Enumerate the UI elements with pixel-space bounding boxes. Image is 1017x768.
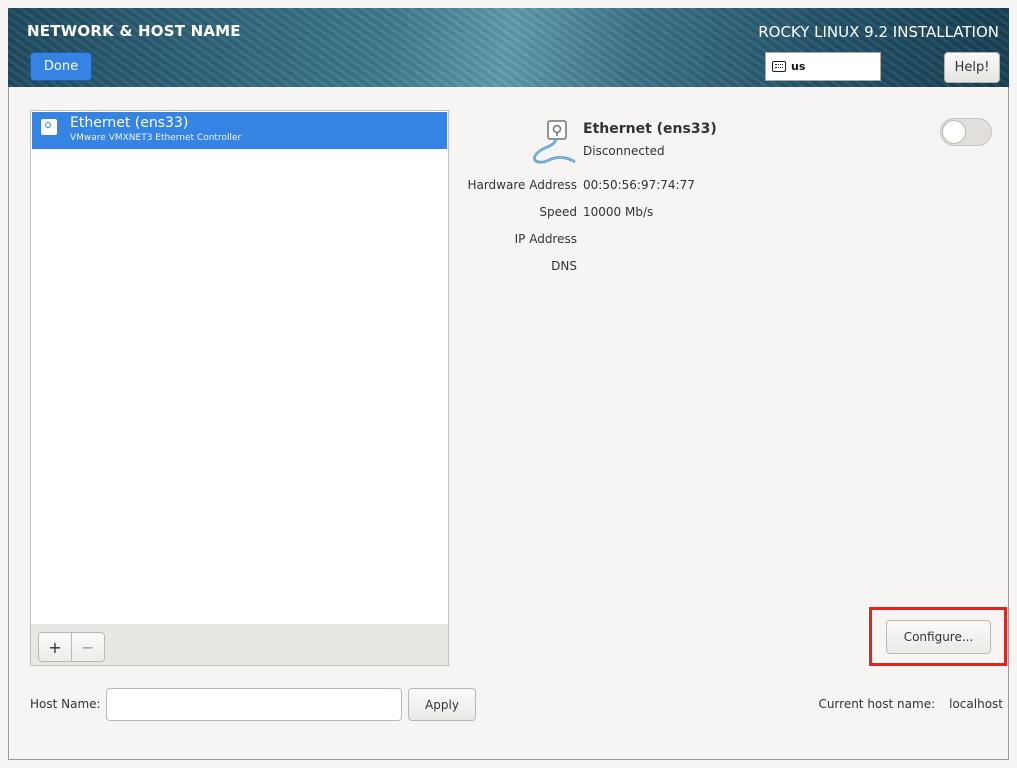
spoke-title: NETWORK & HOST NAME xyxy=(27,22,241,40)
device-list-toolbar: + − xyxy=(30,624,449,666)
device-detail-name: Ethernet (ens33) xyxy=(583,121,717,137)
ethernet-cable-icon xyxy=(533,120,576,164)
current-host-name-value: localhost xyxy=(949,697,1003,711)
add-device-button[interactable]: + xyxy=(38,632,72,662)
toggle-knob xyxy=(942,120,966,144)
speed-label: Speed xyxy=(539,205,577,219)
apply-hostname-button[interactable]: Apply xyxy=(408,688,476,721)
dns-label: DNS xyxy=(551,259,577,273)
configure-button[interactable]: Configure... xyxy=(886,620,991,654)
device-item-ens33[interactable]: Ethernet (ens33) VMware VMXNET3 Ethernet… xyxy=(32,112,447,149)
hardware-address-label: Hardware Address xyxy=(467,178,577,192)
current-host-name: Current host name: localhost xyxy=(818,697,1003,711)
device-enable-toggle[interactable] xyxy=(940,118,992,146)
host-name-label: Host Name: xyxy=(30,697,101,711)
done-button[interactable]: Done xyxy=(30,52,92,81)
help-button[interactable]: Help! xyxy=(944,52,1000,83)
spoke-header: NETWORK & HOST NAME Done ROCKY LINUX 9.2… xyxy=(8,8,1009,87)
keyboard-icon xyxy=(772,61,786,72)
current-host-name-label: Current host name: xyxy=(818,697,936,711)
keyboard-layout-indicator[interactable]: us xyxy=(765,52,881,81)
device-list: Ethernet (ens33) VMware VMXNET3 Ethernet… xyxy=(30,110,449,625)
device-detail-status: Disconnected xyxy=(583,144,665,158)
ethernet-icon xyxy=(41,119,57,135)
keyboard-layout-label: us xyxy=(791,60,806,73)
host-name-input[interactable] xyxy=(106,688,402,721)
remove-device-button[interactable]: − xyxy=(71,632,105,662)
product-title: ROCKY LINUX 9.2 INSTALLATION xyxy=(758,23,999,41)
ip-address-label: IP Address xyxy=(514,232,577,246)
device-description: VMware VMXNET3 Ethernet Controller xyxy=(70,133,242,143)
hardware-address-value: 00:50:56:97:74:77 xyxy=(583,178,695,192)
device-name: Ethernet (ens33) xyxy=(70,115,189,131)
speed-value: 10000 Mb/s xyxy=(583,205,654,219)
